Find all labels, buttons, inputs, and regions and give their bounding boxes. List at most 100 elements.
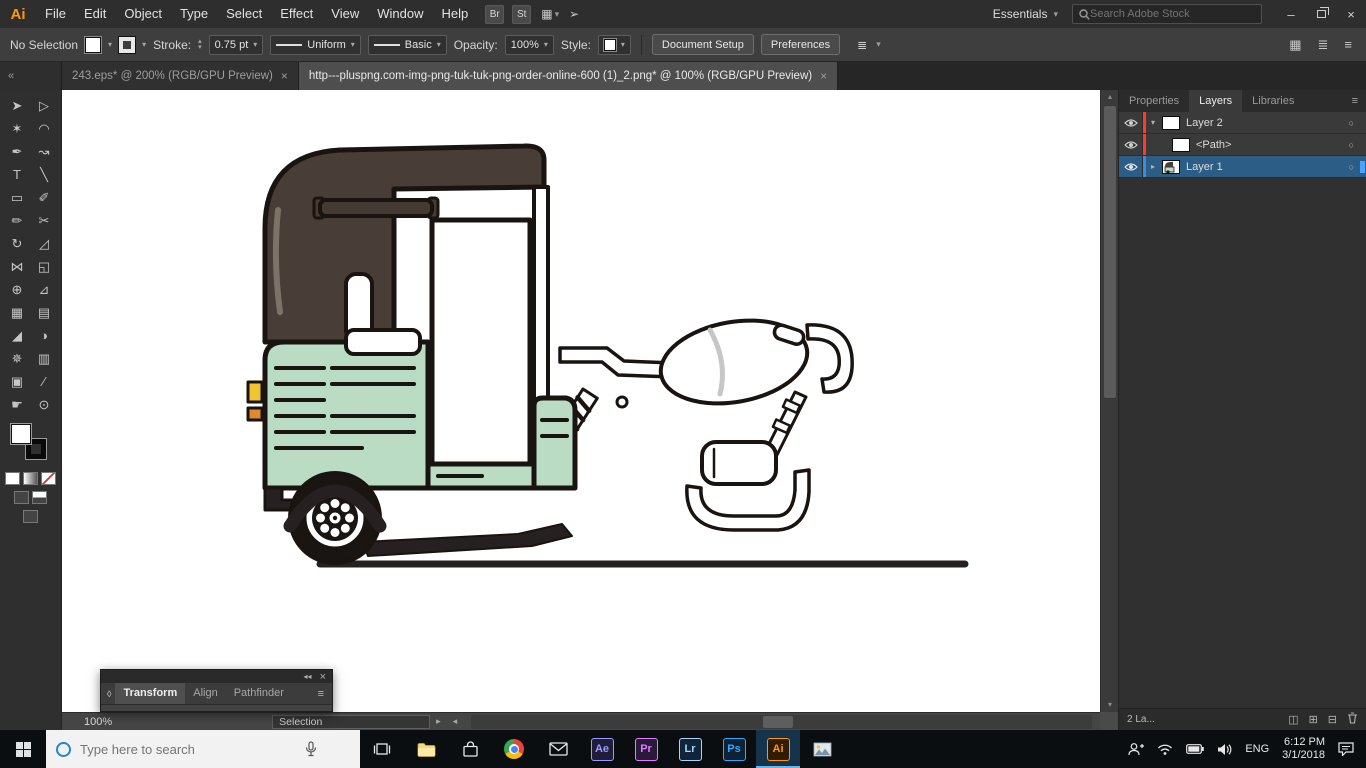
panel-cycle-icon[interactable]: ◊ <box>101 689 115 699</box>
hand-tool[interactable]: ☛ <box>4 393 31 416</box>
paintbrush-tool[interactable]: ✐ <box>31 186 58 209</box>
slice-tool[interactable]: ∕ <box>31 370 58 393</box>
selection-tool[interactable]: ➤ <box>4 94 31 117</box>
eyedropper-tool[interactable]: ◢ <box>4 324 31 347</box>
seat-base[interactable] <box>346 330 420 354</box>
width-profile-caret-icon[interactable]: ▾ <box>351 40 355 49</box>
stroke-weight-field[interactable]: 0.75 pt ▾ <box>209 35 264 55</box>
style-dropdown[interactable]: ▾ <box>598 35 631 55</box>
delete-layer-icon[interactable] <box>1347 712 1358 727</box>
opacity-caret-icon[interactable]: ▾ <box>544 40 548 49</box>
microphone-icon[interactable] <box>305 741 317 757</box>
lightroom-app[interactable]: Lr <box>668 730 712 768</box>
taskbar-search[interactable] <box>46 730 360 768</box>
menu-window[interactable]: Window <box>368 0 432 28</box>
canvas-horizontal-scrollbar[interactable] <box>471 715 1092 729</box>
fill-color-box[interactable] <box>11 424 31 444</box>
draw-normal-button[interactable] <box>14 491 29 504</box>
pencil-tool[interactable]: ✏ <box>4 209 31 232</box>
taskbar-clock[interactable]: 6:12 PM 3/1/2018 <box>1282 736 1325 762</box>
front-pillar[interactable] <box>534 398 575 488</box>
visibility-toggle[interactable] <box>1119 134 1143 155</box>
arrange-documents-icon[interactable]: ▦ <box>541 7 552 21</box>
style-caret-icon[interactable]: ▾ <box>621 40 625 49</box>
illustrator-app[interactable]: Ai <box>756 730 800 768</box>
menu-effect[interactable]: Effect <box>271 0 322 28</box>
transform-panel[interactable]: ◂◂ × ◊ Transform Align Pathfinder ≡ <box>100 669 333 712</box>
selection-proxy[interactable] <box>1360 161 1365 173</box>
after-effects-app[interactable]: Ae <box>580 730 624 768</box>
workspace-caret-icon[interactable]: ▾ <box>1053 9 1058 20</box>
windshield-frame[interactable] <box>534 187 548 400</box>
align-options-caret-icon[interactable]: ▾ <box>876 39 881 50</box>
layer-row-path[interactable]: <Path> ○ <box>1119 134 1366 156</box>
menu-view[interactable]: View <box>322 0 368 28</box>
stepper-down-icon[interactable]: ▾ <box>198 45 202 51</box>
visor-bar[interactable] <box>320 200 432 216</box>
symbol-sprayer-tool[interactable]: ✵ <box>4 347 31 370</box>
tail-light-orange[interactable] <box>248 408 262 420</box>
menu-select[interactable]: Select <box>217 0 271 28</box>
current-tool-indicator[interactable]: Selection <box>272 715 430 729</box>
layer-row-layer1[interactable]: ▸ Layer 1 ○ <box>1119 156 1366 178</box>
task-view-button[interactable] <box>360 730 404 768</box>
close-button[interactable]: × <box>1336 0 1366 28</box>
underbody-skid[interactable] <box>362 524 572 556</box>
document-setup-button[interactable]: Document Setup <box>652 34 754 55</box>
menu-type[interactable]: Type <box>171 0 217 28</box>
curvature-tool[interactable]: ↝ <box>31 140 58 163</box>
width-tool[interactable]: ⋈ <box>4 255 31 278</box>
cab-door[interactable] <box>432 220 530 464</box>
brush-dropdown[interactable]: Basic ▾ <box>368 35 447 55</box>
layer-target-icon[interactable]: ○ <box>1349 118 1354 128</box>
action-center-icon[interactable] <box>1338 742 1354 756</box>
tab-align[interactable]: Align <box>185 683 225 704</box>
width-profile-dropdown[interactable]: Uniform ▾ <box>270 35 361 55</box>
photoshop-app[interactable]: Ps <box>712 730 756 768</box>
visibility-toggle[interactable] <box>1119 112 1143 133</box>
layer-name[interactable]: Layer 2 <box>1186 117 1349 129</box>
pen-tool[interactable]: ✒ <box>4 140 31 163</box>
layer-thumbnail[interactable] <box>1162 160 1180 174</box>
new-layer-icon[interactable]: ⊟ <box>1328 713 1337 726</box>
tab-pathfinder[interactable]: Pathfinder <box>226 683 292 704</box>
zoom-tool[interactable]: ⊙ <box>31 393 58 416</box>
fill-stroke-widget[interactable] <box>11 424 51 466</box>
layer-name[interactable]: <Path> <box>1196 139 1349 151</box>
panel-list-icon[interactable]: ≣ <box>1318 37 1329 53</box>
document-tab-tuktuk[interactable]: http---pluspng.com-img-png-tuk-tuk-png-o… <box>299 62 838 90</box>
tuktuk-illustration[interactable] <box>62 90 1100 712</box>
panel-menu-icon[interactable]: ≡ <box>1344 37 1352 53</box>
tab-properties[interactable]: Properties <box>1119 90 1189 112</box>
magic-wand-tool[interactable]: ✶ <box>4 117 31 140</box>
status-prev-icon[interactable]: ◂ <box>453 716 458 727</box>
none-button[interactable] <box>41 472 56 485</box>
artboard-tool[interactable]: ▣ <box>4 370 31 393</box>
restore-button[interactable] <box>1306 0 1336 28</box>
fill-swatch[interactable] <box>85 37 101 53</box>
opacity-field[interactable]: 100% ▾ <box>505 35 554 55</box>
tab-scroll-left[interactable]: « <box>0 62 62 90</box>
path-thumbnail[interactable] <box>1172 138 1190 152</box>
spring-bolt[interactable] <box>617 397 627 407</box>
layer-thumbnail[interactable] <box>1162 116 1180 130</box>
artboard-canvas[interactable] <box>62 90 1100 712</box>
chrome-app[interactable] <box>492 730 536 768</box>
stroke-swatch[interactable] <box>119 37 135 53</box>
canvas-vertical-scrollbar[interactable]: ▴ ▾ <box>1100 90 1118 712</box>
scroll-up-icon[interactable]: ▴ <box>1101 90 1119 104</box>
lasso-tool[interactable]: ◠ <box>31 117 58 140</box>
layer-name[interactable]: Layer 1 <box>1186 161 1349 173</box>
zoom-level[interactable]: 100% <box>84 716 112 728</box>
minimize-button[interactable]: – <box>1276 0 1306 28</box>
line-segment-tool[interactable]: ╲ <box>31 163 58 186</box>
visibility-toggle[interactable] <box>1119 156 1143 177</box>
make-mask-icon[interactable]: ◫ <box>1288 713 1298 726</box>
start-button[interactable] <box>0 730 46 768</box>
gradient-tool[interactable]: ▤ <box>31 301 58 324</box>
tab-layers[interactable]: Layers <box>1189 90 1242 112</box>
network-icon[interactable] <box>1157 743 1173 755</box>
panel-grid-icon[interactable]: ▦ <box>1289 37 1301 53</box>
chassis-linkage[interactable] <box>560 348 674 377</box>
stroke-weight-stepper[interactable]: ▴ ▾ <box>198 39 202 51</box>
